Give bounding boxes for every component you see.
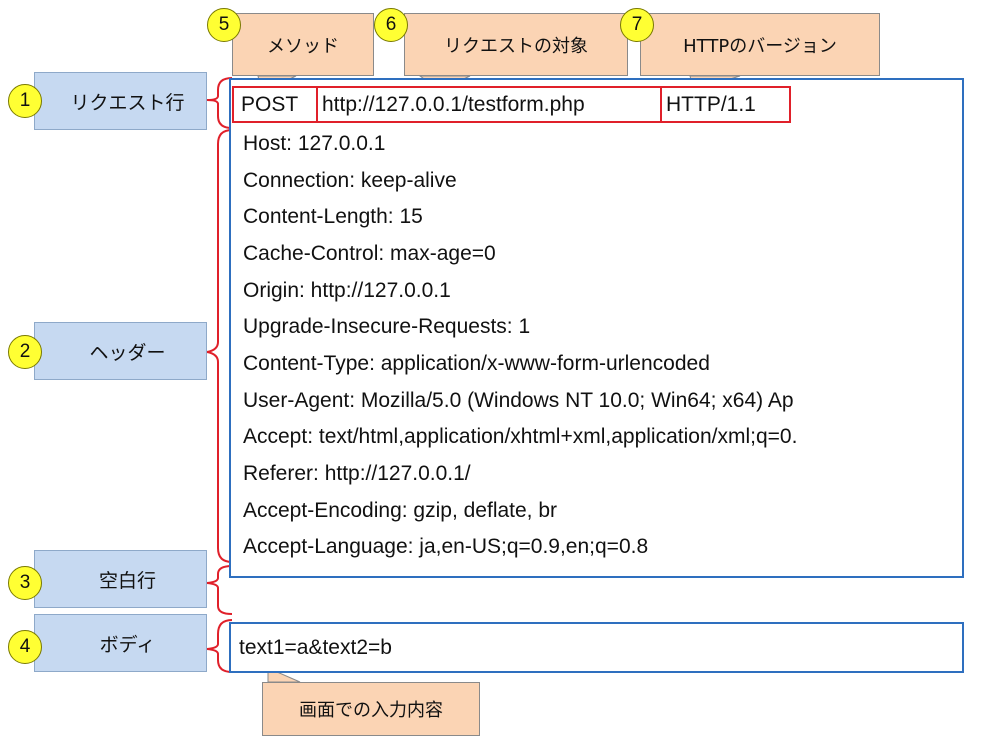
callout-target: リクエストの対象: [404, 13, 628, 76]
badge-5: 5: [207, 8, 241, 42]
header-line: Connection: keep-alive: [243, 169, 457, 192]
request-method: POST: [241, 93, 299, 116]
header-line: Content-Length: 15: [243, 205, 423, 228]
badge-1: 1: [8, 84, 42, 118]
label-body: ボディ: [34, 614, 207, 672]
header-line: Host: 127.0.0.1: [243, 132, 386, 155]
badge-6: 6: [374, 8, 408, 42]
callout-method-text: メソッド: [267, 35, 339, 57]
header-line: Cache-Control: max-age=0: [243, 242, 496, 265]
header-line: Referer: http://127.0.0.1/: [243, 462, 471, 485]
callout-body-input-text: 画面での入力内容: [299, 700, 443, 721]
request-target: http://127.0.0.1/testform.php: [322, 93, 585, 116]
callout-version-text: HTTPのバージョン: [683, 35, 837, 57]
badge-7: 7: [620, 8, 654, 42]
header-line: Content-Type: application/x-www-form-url…: [243, 352, 710, 375]
callout-body-input: 画面での入力内容: [262, 682, 480, 736]
label-blank-line: 空白行: [34, 550, 207, 608]
badge-3: 3: [8, 566, 42, 600]
header-line: Accept: text/html,application/xhtml+xml,…: [243, 425, 798, 448]
badge-4: 4: [8, 630, 42, 664]
request-version: HTTP/1.1: [666, 93, 756, 116]
request-body-text: text1=a&text2=b: [239, 636, 392, 659]
header-line: Origin: http://127.0.0.1: [243, 279, 451, 302]
header-line: User-Agent: Mozilla/5.0 (Windows NT 10.0…: [243, 389, 794, 412]
header-line: Accept-Language: ja,en-US;q=0.9,en;q=0.8: [243, 535, 649, 558]
badge-2: 2: [8, 335, 42, 369]
header-line: Accept-Encoding: gzip, deflate, br: [243, 499, 558, 522]
header-line: Upgrade-Insecure-Requests: 1: [243, 315, 531, 338]
callout-target-text: リクエストの対象: [444, 35, 588, 57]
label-headers: ヘッダー: [34, 322, 207, 380]
label-request-line: リクエスト行: [34, 72, 207, 130]
callout-method: メソッド: [232, 13, 374, 76]
callout-version: HTTPのバージョン: [640, 13, 880, 76]
